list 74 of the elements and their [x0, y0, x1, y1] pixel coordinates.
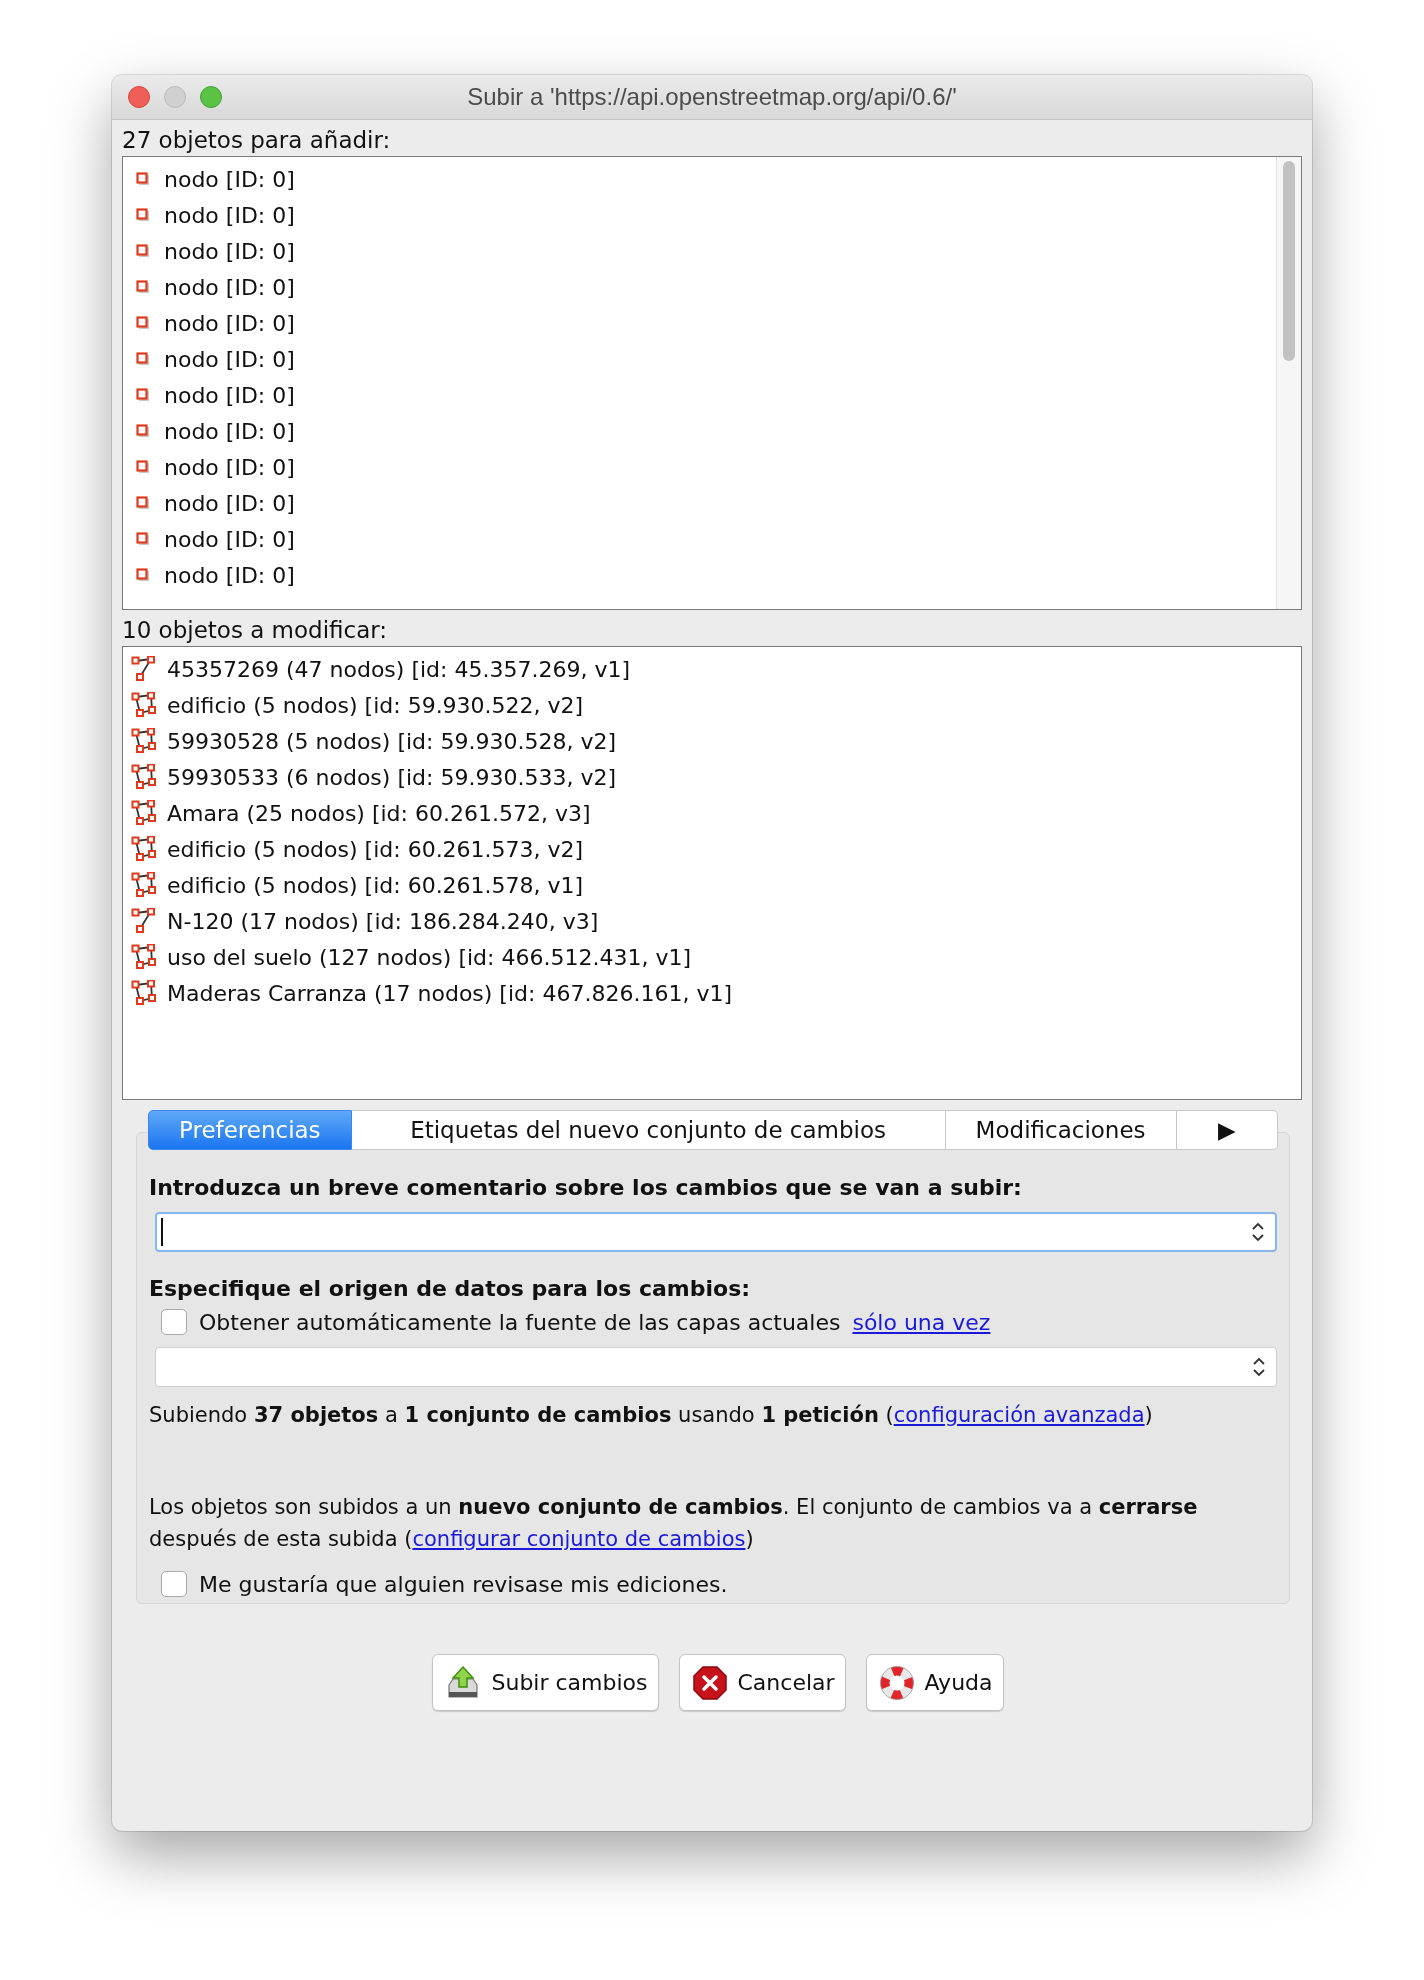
node-icon [136, 460, 150, 474]
source-field[interactable] [155, 1347, 1277, 1387]
list-item[interactable]: N-120 (17 nodos) [id: 186.284.240, v3] [167, 908, 599, 934]
checkbox[interactable] [161, 1309, 187, 1335]
node-icon [136, 244, 150, 258]
upload-summary: Subiendo 37 objetos a 1 conjunto de cambios usando 1 petición (configuración avanzada) [149, 1402, 1154, 1429]
list-item[interactable]: nodo [ID: 0] [164, 490, 295, 516]
node-icon [136, 496, 150, 510]
polygon-icon [131, 872, 157, 898]
list-item[interactable]: nodo [ID: 0] [164, 274, 295, 300]
list-item[interactable]: 59930528 (5 nodos) [id: 59.930.528, v2] [167, 728, 617, 754]
polygon-icon [131, 800, 157, 826]
node-icon [136, 208, 150, 222]
polygon-icon [131, 728, 157, 754]
list-item[interactable]: edificio (5 nodos) [id: 60.261.578, v1] [167, 872, 584, 898]
tab[interactable]: Modificaciones [945, 1110, 1177, 1150]
list-item[interactable]: nodo [ID: 0] [164, 418, 295, 444]
polygon-icon [131, 692, 157, 718]
field-label: Introduzca un breve comentario sobre los cambios que se van a subir: [149, 1175, 1023, 1200]
list-item[interactable]: nodo [ID: 0] [164, 382, 295, 408]
field-label: Especifique el origen de datos para los cambios: [149, 1276, 752, 1301]
list-item[interactable]: edificio (5 nodos) [id: 59.930.522, v2] [167, 692, 584, 718]
list-item[interactable]: nodo [ID: 0] [164, 526, 295, 552]
tab-scroll-button[interactable]: ▶ [1176, 1110, 1278, 1150]
lifebuoy-icon [878, 1664, 915, 1701]
node-icon [136, 388, 150, 402]
list-item[interactable]: nodo [ID: 0] [164, 454, 295, 480]
list-item[interactable]: nodo [ID: 0] [164, 562, 295, 588]
window-title: Subir a 'https://api.openstreetmap.org/api/0.6/' [467, 83, 957, 111]
list-item[interactable]: Maderas Carranza (17 nodos) [id: 467.826.161, v1] [167, 980, 732, 1006]
node-icon [136, 352, 150, 366]
dialog-button[interactable]: Ayuda [865, 1654, 1004, 1711]
way-icon [131, 908, 157, 934]
comment-field[interactable] [155, 1212, 1277, 1252]
list-item[interactable]: Amara (25 nodos) [id: 60.261.572, v3] [167, 800, 591, 826]
once-link[interactable]: sólo una vez [852, 1309, 991, 1335]
list-item[interactable]: edificio (5 nodos) [id: 60.261.573, v2] [167, 836, 584, 862]
polygon-icon [131, 980, 157, 1006]
list-item[interactable]: 59930533 (6 nodos) [id: 59.930.533, v2] [167, 764, 617, 790]
list-item[interactable]: nodo [ID: 0] [164, 238, 295, 264]
polygon-icon [131, 944, 157, 970]
checkbox-label: Me gustaría que alguien revisase mis ediciones. [199, 1571, 728, 1597]
list-item[interactable]: nodo [ID: 0] [164, 166, 295, 192]
tab[interactable]: Etiquetas del nuevo conjunto de cambios [351, 1110, 946, 1150]
way-icon [131, 656, 157, 682]
scrollbar-thumb[interactable] [1283, 161, 1295, 361]
list-item[interactable]: nodo [ID: 0] [164, 346, 295, 372]
list-item[interactable]: nodo [ID: 0] [164, 310, 295, 336]
node-icon [136, 424, 150, 438]
spinner-icon [1251, 1221, 1265, 1243]
minimize-button[interactable] [164, 86, 186, 108]
spinner-icon [1252, 1356, 1266, 1378]
section-label: 27 objetos para añadir: [122, 126, 392, 155]
polygon-icon [131, 764, 157, 790]
node-icon [136, 280, 150, 294]
advanced-settings-link[interactable]: configuración avanzada [893, 1403, 1145, 1427]
changeset-note: Los objetos son subidos a un nuevo conjunto de cambios. El conjunto de cambios va a cerrarse después de esta subida (configurar conjunto de cambios) [149, 1494, 1199, 1553]
configure-changeset-link[interactable]: configurar conjunto de cambios [412, 1527, 746, 1551]
node-icon [136, 532, 150, 546]
node-icon [136, 172, 150, 186]
polygon-icon [131, 836, 157, 862]
dialog-button[interactable]: Subir cambios [432, 1654, 659, 1711]
close-button[interactable] [128, 86, 150, 108]
checkbox-label: Obtener automáticamente la fuente de las capas actuales [199, 1309, 841, 1335]
list-item[interactable]: uso del suelo (127 nodos) [id: 466.512.431, v1] [167, 944, 691, 970]
dialog-button[interactable]: Cancelar [678, 1654, 846, 1711]
cancel-icon [691, 1664, 728, 1701]
zoom-button[interactable] [200, 86, 222, 108]
list-item[interactable]: nodo [ID: 0] [164, 202, 295, 228]
list-item[interactable]: 45357269 (47 nodos) [id: 45.357.269, v1] [167, 656, 631, 682]
section-label: 10 objetos a modificar: [122, 616, 389, 645]
checkbox[interactable] [161, 1571, 187, 1597]
node-icon [136, 316, 150, 330]
node-icon [136, 568, 150, 582]
